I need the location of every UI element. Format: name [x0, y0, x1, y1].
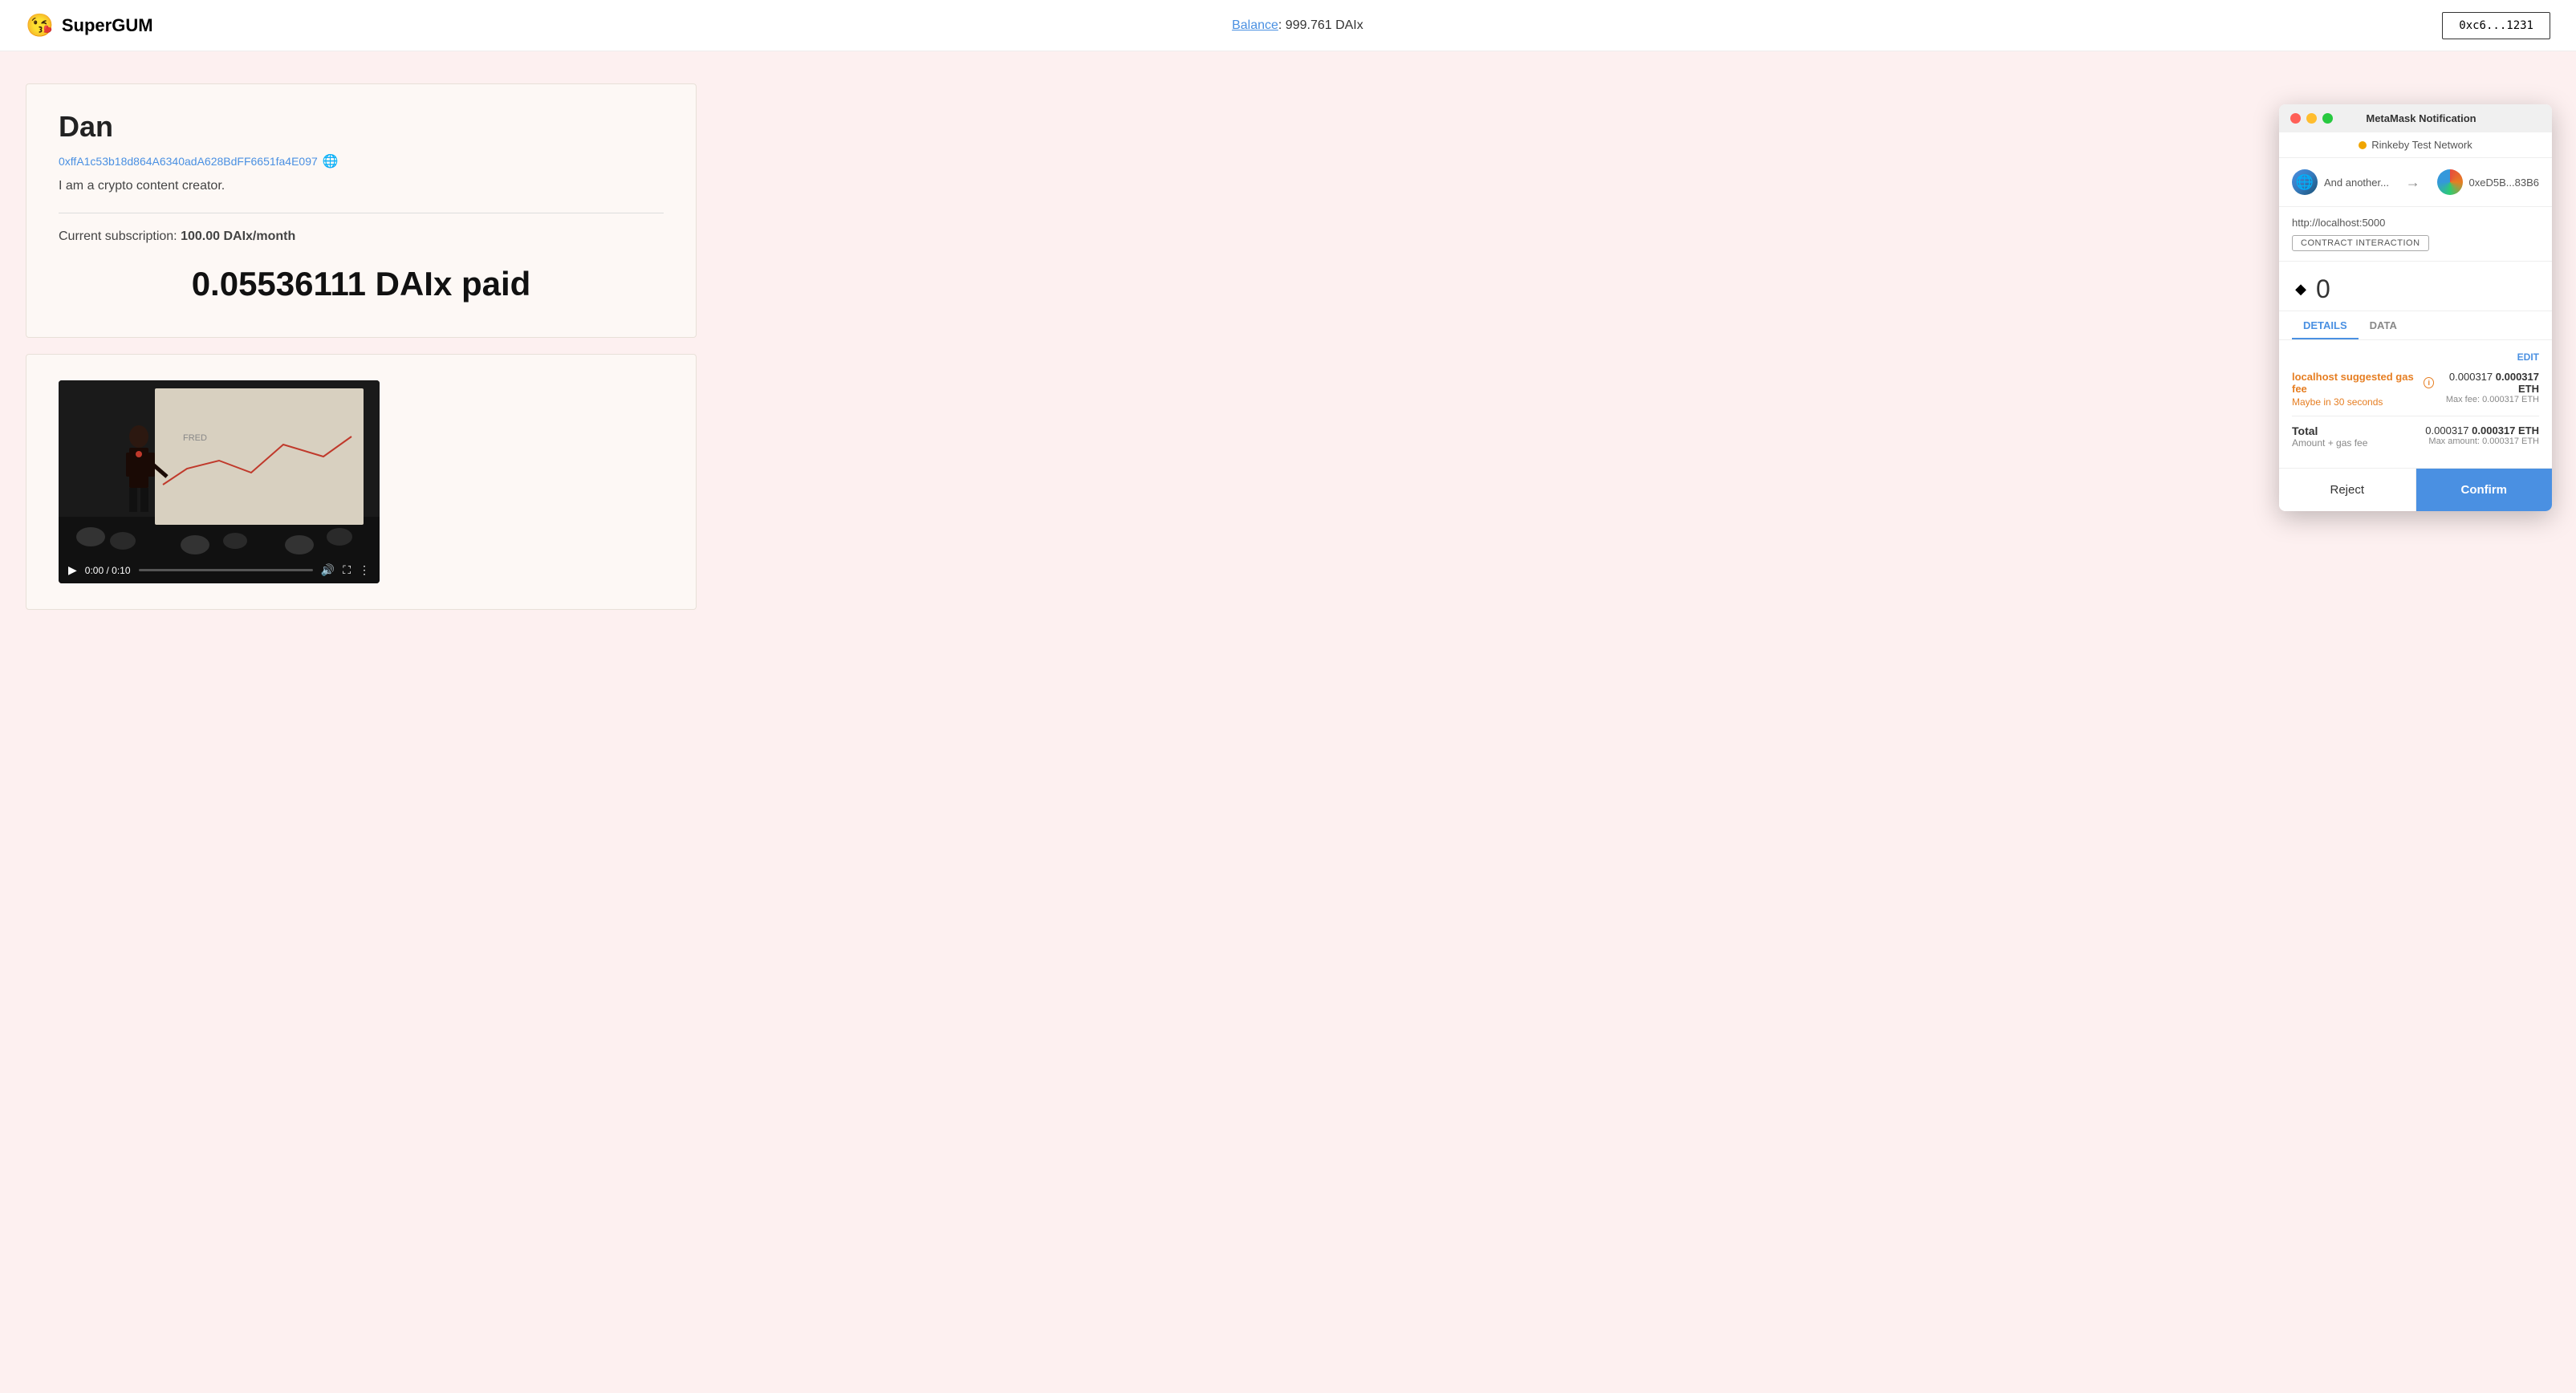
wallet-address[interactable]: 0xc6...1231	[2442, 12, 2550, 39]
video-scene-svg: FRED	[59, 380, 380, 557]
network-status-dot	[2359, 141, 2367, 149]
metamask-title: MetaMask Notification	[2302, 112, 2541, 124]
profile-card: Dan 0xffA1c53b18d864A6340adA628BdFF6651f…	[26, 83, 697, 338]
to-avatar	[2437, 169, 2463, 195]
video-controls[interactable]: ▶ 0:00 / 0:10 🔊 ⛶ ⋮	[59, 557, 380, 583]
window-close-button[interactable]	[2290, 113, 2301, 124]
max-amount-row: Max amount: 0.000317 ETH	[2425, 437, 2539, 446]
metamask-modal: MetaMask Notification Rinkeby Test Netwo…	[2279, 104, 2552, 511]
total-sublabel: Amount + gas fee	[2292, 437, 2367, 449]
account-to: 0xeD5B...83B6	[2437, 169, 2539, 195]
metamask-action-buttons: Reject Confirm	[2279, 468, 2552, 511]
video-menu-button[interactable]: ⋮	[359, 563, 370, 577]
account-from: 🌐 And another...	[2292, 169, 2389, 195]
subscription-info: Current subscription: 100.00 DAIx/month	[59, 229, 664, 244]
fullscreen-button[interactable]: ⛶	[343, 563, 351, 577]
reject-button[interactable]: Reject	[2279, 469, 2416, 511]
paid-amount: 0.05536111 DAIx paid	[59, 257, 664, 311]
edit-link[interactable]: EDIT	[2517, 351, 2539, 363]
tab-details[interactable]: DETAILS	[2292, 311, 2359, 339]
progress-bar[interactable]	[139, 569, 313, 571]
profile-address: 0xffA1c53b18d864A6340adA628BdFF6651fa4E0…	[59, 153, 664, 169]
gas-fee-row: localhost suggested gas fee i Maybe in 3…	[2292, 371, 2539, 408]
from-globe-icon: 🌐	[2292, 169, 2318, 195]
gas-fee-value: 0.000317 0.000317 ETH	[2434, 371, 2539, 395]
play-button[interactable]: ▶	[68, 563, 77, 577]
eth-amount-row: ◆ 0	[2279, 262, 2552, 311]
logo-emoji: 😘	[26, 12, 54, 39]
metamask-contract-info: http://localhost:5000 CONTRACT INTERACTI…	[2279, 207, 2552, 262]
time-display: 0:00 / 0:10	[85, 565, 131, 576]
balance-link[interactable]: Balance	[1232, 18, 1278, 32]
profile-bio: I am a crypto content creator.	[59, 179, 664, 193]
confirm-button[interactable]: Confirm	[2416, 469, 2553, 511]
edit-link-row: EDIT	[2292, 350, 2539, 364]
arrow-icon: →	[2406, 174, 2420, 191]
app-header: 😘 SuperGUM Balance: 999.761 DAIx 0xc6...…	[0, 0, 2576, 51]
dapp-url: http://localhost:5000	[2292, 217, 2539, 229]
from-label: And another...	[2324, 177, 2389, 189]
gas-fee-label: localhost suggested gas fee i	[2292, 371, 2434, 395]
app-logo: 😘 SuperGUM	[26, 12, 153, 39]
total-value: 0.000317 0.000317 ETH	[2425, 424, 2539, 437]
svg-text:FRED: FRED	[183, 433, 207, 443]
video-card: FRED ▶ 0:00 / 0:10 🔊 ⛶ ⋮	[26, 354, 697, 610]
volume-button[interactable]: 🔊	[321, 563, 335, 577]
network-label: Rinkeby Test Network	[2371, 139, 2472, 151]
video-thumbnail: FRED	[59, 380, 380, 557]
contract-interaction-badge: CONTRACT INTERACTION	[2292, 235, 2429, 251]
tab-data[interactable]: DATA	[2359, 311, 2408, 339]
balance-value: 999.761 DAIx	[1286, 18, 1363, 32]
total-row: Total Amount + gas fee 0.000317 0.000317…	[2292, 424, 2539, 449]
main-content: Dan 0xffA1c53b18d864A6340adA628BdFF6651f…	[0, 51, 722, 642]
eth-amount-value: 0	[2316, 274, 2330, 304]
metamask-accounts: 🌐 And another... → 0xeD5B...83B6	[2279, 158, 2552, 207]
profile-name: Dan	[59, 110, 664, 144]
eth-diamond-icon: ◆	[2292, 281, 2310, 298]
max-fee-row: Max fee: 0.000317 ETH	[2434, 395, 2539, 404]
metamask-network[interactable]: Rinkeby Test Network	[2279, 132, 2552, 158]
to-address: 0xeD5B...83B6	[2469, 177, 2539, 189]
gas-speed-label: Maybe in 30 seconds	[2292, 396, 2434, 408]
copy-icon[interactable]: 🌐	[323, 153, 339, 169]
video-player[interactable]: FRED ▶ 0:00 / 0:10 🔊 ⛶ ⋮	[59, 380, 380, 583]
gas-info-icon[interactable]: i	[2424, 377, 2434, 388]
header-balance: Balance: 999.761 DAIx	[1232, 18, 1363, 33]
metamask-titlebar: MetaMask Notification	[2279, 104, 2552, 132]
total-label: Total	[2292, 424, 2367, 437]
metamask-tabs: DETAILS DATA	[2279, 311, 2552, 340]
logo-text: SuperGUM	[62, 15, 153, 36]
metamask-details: EDIT localhost suggested gas fee i Maybe…	[2279, 340, 2552, 461]
